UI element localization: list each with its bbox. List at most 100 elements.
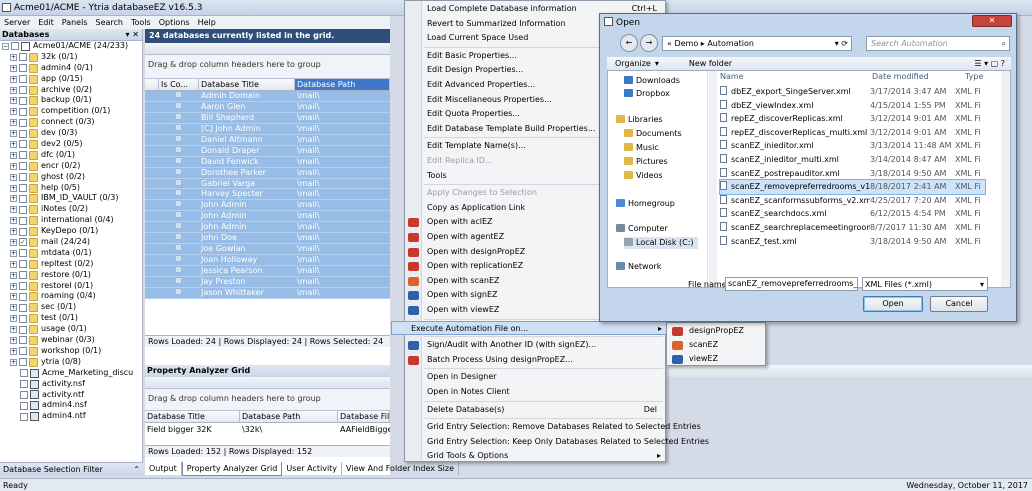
file-row[interactable]: repEZ_discoverReplicas.xml 3/12/2014 9:01… <box>720 112 985 126</box>
scrollbar[interactable] <box>1001 71 1010 287</box>
tree-folder-item[interactable]: + test (0/1) <box>0 313 142 324</box>
table-row[interactable]: Daniel Altmann \mail\ <box>145 134 390 146</box>
checkbox[interactable] <box>19 151 27 160</box>
checkbox[interactable] <box>175 134 182 142</box>
col-date[interactable]: Date modified <box>855 71 935 83</box>
checkbox[interactable] <box>175 287 182 295</box>
checkbox[interactable] <box>175 101 182 109</box>
menu-edit[interactable]: Edit <box>34 16 58 29</box>
nav-item[interactable]: Downloads <box>624 75 680 87</box>
submenu-item[interactable]: designPropEZ <box>667 324 765 338</box>
checkbox[interactable] <box>20 390 28 399</box>
checkbox[interactable] <box>19 162 27 171</box>
chevron-down-icon[interactable]: ▾ ⟳ <box>835 39 851 48</box>
file-row[interactable]: scanEZ_scanformssubforms_v2.xml 4/25/2017… <box>720 194 985 208</box>
bottom-tab[interactable]: Output <box>145 462 182 475</box>
checkbox[interactable] <box>175 123 182 131</box>
submenu-item[interactable]: scanEZ <box>667 338 765 352</box>
new-folder-button[interactable]: New folder <box>659 59 732 68</box>
group-drop-area[interactable]: Drag & drop column headers here to group <box>145 55 390 79</box>
table-row[interactable]: Joan Holloway \mail\ <box>145 255 390 266</box>
tree-folder-item[interactable]: + app (0/15) <box>0 74 142 85</box>
column-header-is-co[interactable]: Is Co... <box>159 79 199 90</box>
submenu-item[interactable]: viewEZ <box>667 352 765 366</box>
pag-col-path[interactable]: Database Path <box>240 411 338 422</box>
checkbox[interactable] <box>175 276 182 284</box>
file-row[interactable]: scanEZ_searchdocs.xml 6/12/2015 4:54 PM XM… <box>720 207 985 221</box>
expand-icon[interactable]: + <box>10 173 17 181</box>
checkbox[interactable] <box>19 64 27 73</box>
menu-item[interactable]: Grid Entry Selection: Remove Databases R… <box>422 420 701 435</box>
checkbox[interactable] <box>175 145 182 153</box>
expand-icon[interactable]: + <box>10 195 17 203</box>
expand-icon[interactable]: + <box>10 315 17 323</box>
expand-icon[interactable]: + <box>10 282 17 290</box>
checkbox[interactable] <box>19 336 27 345</box>
tree-folder-item[interactable]: + KeyDepo (0/1) <box>0 226 142 237</box>
expand-icon[interactable]: + <box>10 358 17 366</box>
collapse-icon[interactable]: − <box>2 42 9 50</box>
menu-tools[interactable]: Tools <box>127 16 155 29</box>
tree-file-item[interactable]: Acme_Marketing_discu <box>0 368 142 379</box>
col-type[interactable]: Type <box>935 71 983 83</box>
tree-folder-item[interactable]: + restorel (0/1) <box>0 281 142 292</box>
expand-icon[interactable]: + <box>10 347 17 355</box>
nav-item[interactable]: Dropbox <box>624 88 670 100</box>
tree-folder-item[interactable]: + sec (0/1) <box>0 302 142 313</box>
search-input[interactable]: Search Automation ⌕ <box>866 36 1010 51</box>
nav-item[interactable]: Documents <box>624 128 682 140</box>
expand-icon[interactable]: + <box>10 238 17 246</box>
tree-folder-item[interactable]: + encr (0/2) <box>0 161 142 172</box>
tree-folder-item[interactable]: + help (0/5) <box>0 183 142 194</box>
nav-item[interactable]: Homegroup <box>616 198 675 210</box>
table-row[interactable]: Jay Preston \mail\ <box>145 276 390 288</box>
checkbox[interactable] <box>175 167 182 175</box>
tree-file-item[interactable]: admin4.nsf <box>0 400 142 411</box>
tree-folder-item[interactable]: + dfc (0/1) <box>0 150 142 161</box>
checkbox[interactable] <box>19 205 27 214</box>
tree-folder-item[interactable]: + ghost (0/2) <box>0 172 142 183</box>
menu-item[interactable]: Open in Notes Client <box>422 385 665 400</box>
tree-folder-item[interactable]: + repltest (0/2) <box>0 259 142 270</box>
column-header-path[interactable]: Database Path <box>295 79 390 90</box>
expand-icon[interactable]: + <box>10 151 17 159</box>
tree-folder-item[interactable]: + restore (0/1) <box>0 270 142 281</box>
expand-icon[interactable]: + <box>10 86 17 94</box>
tree-root[interactable]: − Acme01/ACME (24/233) <box>0 41 142 52</box>
file-row[interactable]: repEZ_discoverReplicas_multi.xml 3/12/201… <box>720 126 985 140</box>
checkbox[interactable] <box>19 292 27 301</box>
tree-folder-item[interactable]: + competition (0/1) <box>0 106 142 117</box>
menu-panels[interactable]: Panels <box>58 16 92 29</box>
file-row[interactable]: scanEZ_inieditor_multi.xml 3/14/2014 8:47… <box>720 153 985 167</box>
checkbox[interactable] <box>175 91 182 98</box>
checkbox[interactable] <box>20 401 28 410</box>
table-row[interactable]: Jessica Pearson \mail\ <box>145 266 390 277</box>
close-icon[interactable]: ✕ <box>972 15 1012 27</box>
nav-item[interactable]: Videos <box>624 170 663 182</box>
menu-item[interactable]: Open in Designer <box>422 370 665 385</box>
breadcrumb-item[interactable]: Demo <box>674 39 698 48</box>
table-row[interactable]: Admin Domain \mail\ <box>145 91 390 102</box>
menu-item[interactable]: Sign/Audit with Another ID (with signEZ)… <box>422 338 665 353</box>
menu-server[interactable]: Server <box>0 16 34 29</box>
expand-icon[interactable]: + <box>10 217 17 225</box>
expand-icon[interactable]: + <box>10 206 17 214</box>
col-name[interactable]: Name <box>720 71 855 83</box>
column-header[interactable] <box>145 79 159 90</box>
checkbox[interactable] <box>19 53 27 62</box>
scrollbar[interactable] <box>709 71 717 287</box>
tree-folder-item[interactable]: + webinar (0/3) <box>0 335 142 346</box>
table-row[interactable]: Jason Whittaker \mail\ <box>145 287 390 299</box>
checkbox[interactable] <box>175 178 182 186</box>
nav-item[interactable]: Local Disk (C:) <box>624 237 698 249</box>
tree-folder-item[interactable]: + connect (0/3) <box>0 117 142 128</box>
expand-icon[interactable]: + <box>10 64 17 72</box>
checkbox[interactable] <box>19 282 27 291</box>
tree-folder-item[interactable]: + usage (0/1) <box>0 324 142 335</box>
checkbox[interactable] <box>175 189 182 197</box>
expand-icon[interactable]: + <box>10 184 17 192</box>
checkbox[interactable] <box>175 244 182 252</box>
expand-icon[interactable]: + <box>10 53 17 61</box>
checkbox[interactable] <box>19 86 27 94</box>
file-row[interactable]: dbEZ_export_SingeServer.xml 3/17/2014 3:4… <box>720 85 985 99</box>
